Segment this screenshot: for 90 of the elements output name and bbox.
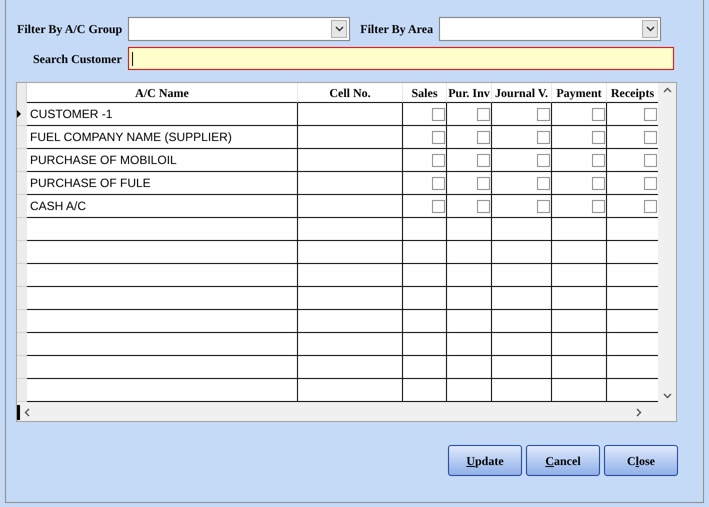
table-cell: PURCHASE OF MOBILOIL — [27, 149, 297, 172]
checkbox[interactable] — [592, 176, 605, 190]
checkbox[interactable] — [592, 154, 605, 166]
table-cell — [491, 333, 551, 356]
checkbox[interactable] — [432, 108, 445, 120]
table-cell — [606, 379, 658, 402]
table-cell — [491, 264, 551, 287]
column-header[interactable]: Sales — [402, 83, 446, 103]
dialog-button[interactable]: Cancel — [526, 445, 600, 476]
column-header[interactable]: A/C Name — [27, 83, 297, 103]
dialog-button[interactable]: Update — [448, 445, 522, 476]
column-header[interactable]: Journal V. — [491, 83, 551, 103]
table-cell — [491, 241, 551, 264]
table-cell — [606, 333, 658, 356]
search-field[interactable] — [128, 47, 674, 70]
checkbox[interactable] — [477, 176, 490, 190]
dropdown-chevron-icon[interactable] — [642, 20, 658, 38]
table-cell: CASH A/C — [27, 195, 297, 218]
table-cell — [402, 379, 446, 402]
table-cell — [606, 356, 658, 379]
checkbox[interactable] — [477, 154, 490, 166]
table-cell — [402, 264, 446, 287]
table-cell — [446, 310, 491, 333]
table-cell — [491, 310, 551, 333]
table-cell — [606, 287, 658, 310]
checkbox[interactable] — [644, 130, 657, 144]
checkbox[interactable] — [537, 154, 550, 166]
checkbox[interactable] — [477, 130, 490, 144]
table-cell — [551, 379, 606, 402]
checkbox[interactable] — [432, 176, 445, 190]
table-cell — [491, 356, 551, 379]
checkbox[interactable] — [432, 130, 445, 144]
scroll-up-icon[interactable] — [662, 87, 672, 93]
table-cell: PURCHASE OF FULE — [27, 172, 297, 195]
dropdown-field[interactable] — [128, 17, 350, 41]
table-cell — [402, 287, 446, 310]
table-cell — [606, 241, 658, 264]
scroll-right-icon[interactable] — [636, 408, 642, 416]
table-cell — [446, 333, 491, 356]
checkbox[interactable] — [537, 130, 550, 144]
text-cursor-icon — [132, 52, 133, 66]
table-cell — [491, 287, 551, 310]
filter-label: Filter By A/C Group — [17, 21, 124, 38]
checkbox[interactable] — [537, 176, 550, 190]
checkbox[interactable] — [537, 200, 550, 212]
column-header[interactable]: Payment — [551, 83, 606, 103]
table-cell — [491, 379, 551, 402]
checkbox[interactable] — [592, 108, 605, 120]
table-cell — [551, 264, 606, 287]
column-header[interactable]: Receipts — [606, 83, 658, 103]
table-cell: CUSTOMER -1 — [27, 103, 297, 126]
checkbox[interactable] — [477, 200, 490, 212]
table-cell — [551, 241, 606, 264]
scroll-left-icon[interactable] — [24, 408, 30, 416]
table-cell — [402, 310, 446, 333]
checkbox[interactable] — [644, 108, 657, 120]
table-cell — [606, 264, 658, 287]
table-cell — [446, 379, 491, 402]
table-cell — [606, 310, 658, 333]
checkbox[interactable] — [592, 200, 605, 212]
table-cell — [402, 333, 446, 356]
dropdown-chevron-icon[interactable] — [331, 20, 348, 38]
table-cell — [402, 356, 446, 379]
scroll-down-icon[interactable] — [662, 393, 672, 399]
table-cell — [551, 287, 606, 310]
table-cell — [551, 356, 606, 379]
checkbox[interactable] — [644, 200, 657, 212]
filter-label: Filter By Area — [360, 21, 434, 38]
table-cell — [551, 333, 606, 356]
dialog-button[interactable]: Close — [604, 445, 678, 476]
search-label: Search Customer — [33, 50, 123, 68]
table-cell — [446, 241, 491, 264]
checkbox[interactable] — [537, 108, 550, 120]
dropdown-field[interactable] — [439, 17, 662, 41]
table-cell — [446, 356, 491, 379]
checkbox[interactable] — [644, 176, 657, 190]
table-cell: FUEL COMPANY NAME (SUPPLIER) — [27, 126, 297, 149]
column-header[interactable]: Cell No. — [297, 83, 402, 103]
checkbox[interactable] — [432, 200, 445, 212]
checkbox[interactable] — [477, 108, 490, 120]
table-cell — [446, 287, 491, 310]
column-header[interactable]: Pur. Inv — [446, 83, 491, 103]
table-cell — [551, 310, 606, 333]
checkbox[interactable] — [432, 154, 445, 166]
table-cell — [446, 264, 491, 287]
table-cell — [402, 241, 446, 264]
checkbox[interactable] — [644, 154, 657, 166]
checkbox[interactable] — [592, 130, 605, 144]
row-header[interactable] — [17, 103, 27, 126]
current-row-icon — [17, 110, 21, 118]
